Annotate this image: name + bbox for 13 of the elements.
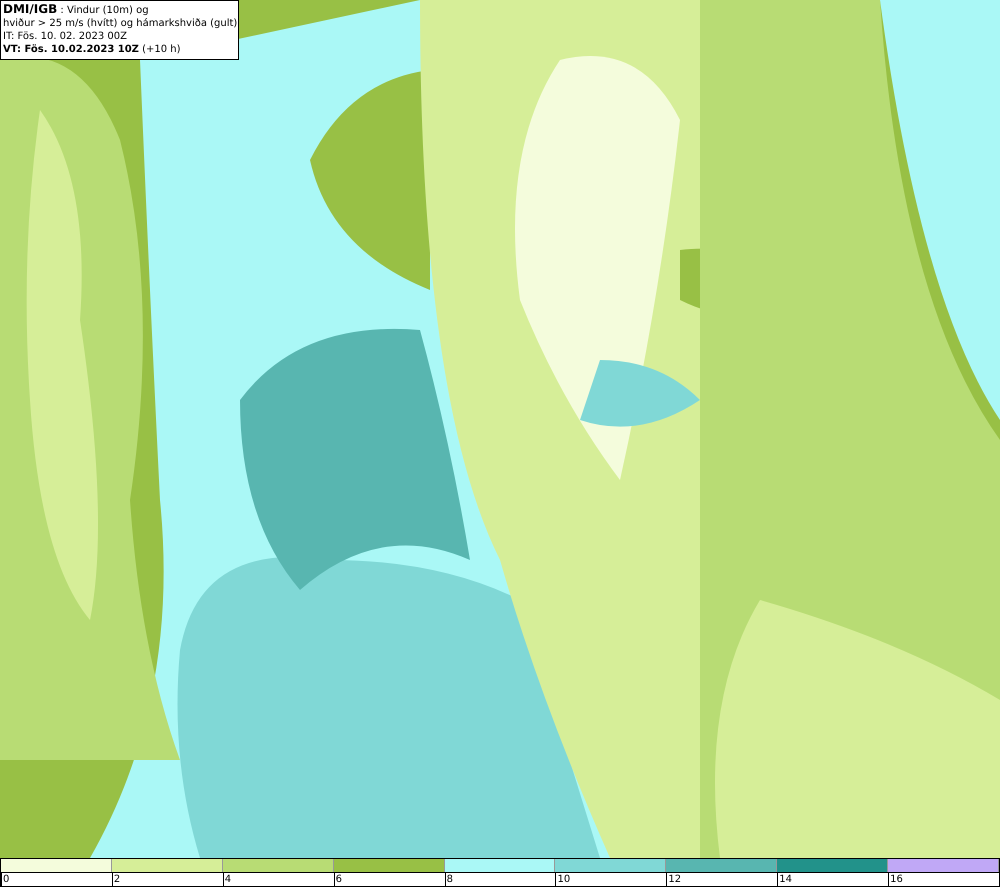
- scale-label: 12: [667, 874, 682, 885]
- title-line: IT: Fös. 10. 02. 2023 00Z: [3, 30, 128, 43]
- scale-label: 2: [112, 874, 120, 885]
- title-line: hviður > 25 m/s (hvítt) og hámarkshviða (gult): [3, 17, 235, 30]
- scale-label: 6: [334, 874, 342, 885]
- scale-label: 14: [778, 874, 792, 885]
- scale-label: 10: [556, 874, 570, 885]
- scale-label: 4: [224, 874, 232, 885]
- scale-label: 0: [2, 874, 10, 885]
- title-line: VT: Fös. 10.02.2023 10Z (+10 h): [3, 43, 182, 56]
- scale-label: 16: [889, 874, 903, 885]
- title-line: DMI/IGB : Vindur (10m) og: [3, 3, 150, 17]
- scale-label: 8: [446, 874, 453, 885]
